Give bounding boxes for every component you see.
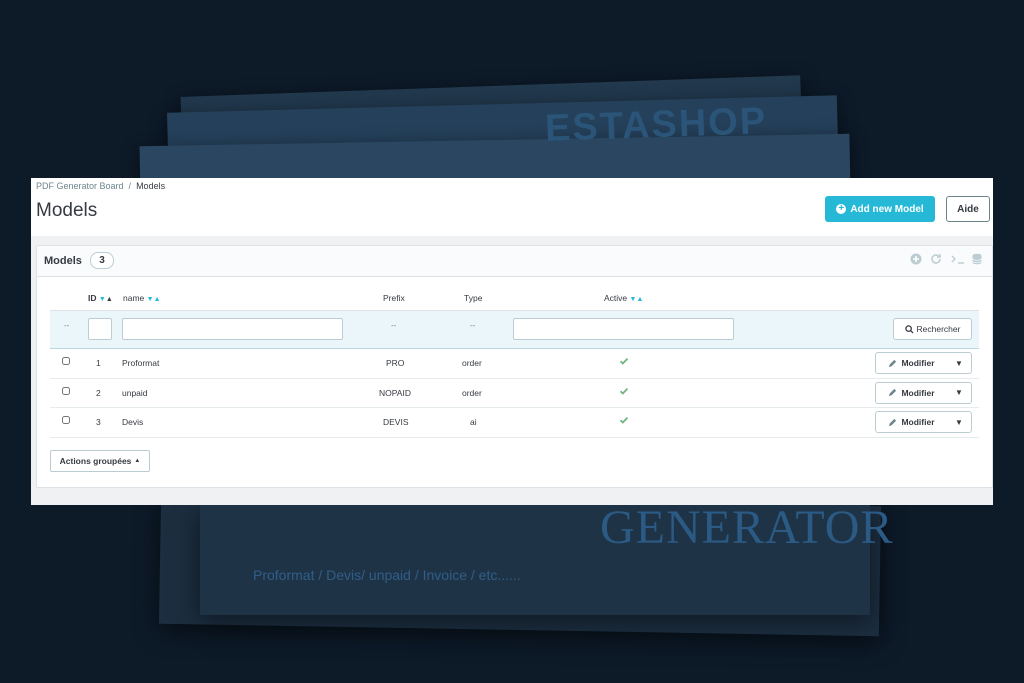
models-table: ID ▼▲ name ▼▲ Prefix Type Active ▼▲ -- -… — [50, 286, 979, 438]
cell-name: unpaid — [122, 387, 148, 398]
pencil-icon — [889, 388, 897, 397]
sort-asc-icon[interactable]: ▲ — [636, 296, 643, 303]
table-row: 2 unpaid NOPAID order Modifier ▼ — [50, 379, 979, 408]
edit-button-label: Modifier — [901, 358, 935, 368]
cell-type: ai — [470, 417, 477, 427]
table-row: 3 Devis DEVIS ai Modifier ▼ — [50, 408, 979, 438]
edit-button[interactable]: Modifier — [876, 353, 947, 373]
filter-bulk-placeholder: -- — [64, 321, 70, 330]
add-circle-icon: + — [836, 204, 847, 214]
cell-name: Proformat — [122, 358, 160, 368]
column-header-id[interactable]: ID ▼▲ — [88, 293, 113, 303]
filter-prefix-placeholder: -- — [391, 321, 397, 330]
sort-desc-icon[interactable]: ▼ — [147, 296, 154, 303]
background-headline: GENERATOR — [600, 501, 894, 554]
column-header-type: Type — [464, 293, 483, 303]
sort-asc-icon[interactable]: ▲ — [154, 296, 161, 303]
pencil-icon — [889, 359, 897, 367]
column-header-active[interactable]: Active ▼▲ — [604, 293, 643, 303]
column-header-id-label: ID — [88, 293, 97, 303]
column-header-name-label: name — [123, 293, 145, 303]
cell-id: 1 — [96, 358, 101, 368]
column-header-prefix: Prefix — [383, 293, 405, 303]
page-title: Models — [36, 200, 98, 221]
column-header-active-label: Active — [604, 293, 628, 303]
cell-type: order — [462, 358, 482, 368]
add-circle-icon[interactable] — [910, 253, 922, 265]
active-check-icon[interactable] — [619, 415, 629, 425]
caret-down-icon[interactable]: ▼ — [947, 383, 971, 403]
cell-id: 3 — [96, 417, 101, 427]
content-area: Models 3 ID ▼▲ name ▼▲ Prefix Type Activ… — [31, 236, 993, 505]
breadcrumb-current: Models — [136, 181, 166, 191]
cell-id: 2 — [96, 387, 101, 398]
breadcrumb-separator: / — [128, 181, 132, 191]
search-icon — [904, 324, 914, 334]
bulk-actions-button[interactable]: Actions groupées ▲ — [50, 450, 150, 472]
active-check-icon[interactable] — [619, 356, 629, 366]
edit-button-label: Modifier — [901, 417, 935, 427]
admin-panel: PDF Generator Board / Models Models + Add … — [31, 178, 993, 505]
background-topword: ESTASHOP — [544, 100, 768, 150]
caret-down-icon[interactable]: ▼ — [947, 412, 971, 432]
row-actions: Modifier ▼ — [875, 381, 972, 404]
row-actions: Modifier ▼ — [875, 411, 972, 433]
filter-id-input[interactable] — [88, 318, 112, 340]
edit-button-label: Modifier — [901, 387, 935, 398]
cell-type: order — [462, 387, 482, 398]
search-button[interactable]: Rechercher — [893, 318, 972, 340]
active-check-icon[interactable] — [619, 386, 629, 396]
page-header: PDF Generator Board / Models Models + Add … — [31, 178, 993, 237]
card-header: Models 3 — [37, 246, 992, 277]
search-button-label: Rechercher — [916, 324, 961, 334]
cell-prefix: DEVIS — [383, 417, 409, 427]
row-checkbox[interactable] — [62, 357, 70, 365]
table-row: 1 Proformat PRO order Modifier ▼ — [50, 349, 979, 379]
row-checkbox[interactable] — [62, 386, 70, 395]
cell-prefix: NOPAID — [379, 387, 411, 398]
models-card: Models 3 ID ▼▲ name ▼▲ Prefix Type Activ… — [36, 245, 993, 488]
refresh-icon[interactable] — [930, 253, 942, 265]
breadcrumb-root[interactable]: PDF Generator Board — [36, 181, 124, 191]
cell-prefix: PRO — [386, 358, 405, 368]
add-new-model-button[interactable]: + Add new Model — [825, 196, 935, 222]
filter-type-placeholder: -- — [470, 321, 476, 330]
background-subline: Proformat / Devis/ unpaid / Invoice / et… — [253, 567, 521, 583]
edit-button[interactable]: Modifier — [876, 412, 947, 432]
column-header-name[interactable]: name ▼▲ — [123, 293, 161, 303]
edit-button[interactable]: Modifier — [876, 383, 947, 403]
add-new-model-label: Add new Model — [850, 203, 924, 215]
caret-down-icon[interactable]: ▼ — [947, 353, 971, 373]
sort-asc-icon[interactable]: ▲ — [106, 296, 113, 303]
row-checkbox[interactable] — [62, 416, 70, 424]
help-button[interactable]: Aide — [946, 196, 990, 222]
sort-desc-icon[interactable]: ▼ — [99, 296, 106, 303]
filter-active-input[interactable] — [513, 318, 734, 340]
cell-name: Devis — [122, 417, 144, 427]
database-icon[interactable] — [971, 253, 983, 265]
terminal-icon[interactable] — [950, 253, 966, 265]
pencil-icon — [889, 418, 897, 426]
card-title: Models — [44, 255, 82, 267]
caret-up-icon: ▲ — [134, 458, 141, 464]
breadcrumb: PDF Generator Board / Models — [36, 181, 165, 191]
filter-row: -- -- -- Rechercher — [50, 311, 979, 349]
table-header-row: ID ▼▲ name ▼▲ Prefix Type Active ▼▲ — [50, 286, 979, 311]
count-badge: 3 — [90, 252, 114, 269]
row-actions: Modifier ▼ — [875, 352, 972, 374]
bulk-actions-label: Actions groupées — [59, 456, 132, 466]
filter-name-input[interactable] — [122, 318, 343, 340]
